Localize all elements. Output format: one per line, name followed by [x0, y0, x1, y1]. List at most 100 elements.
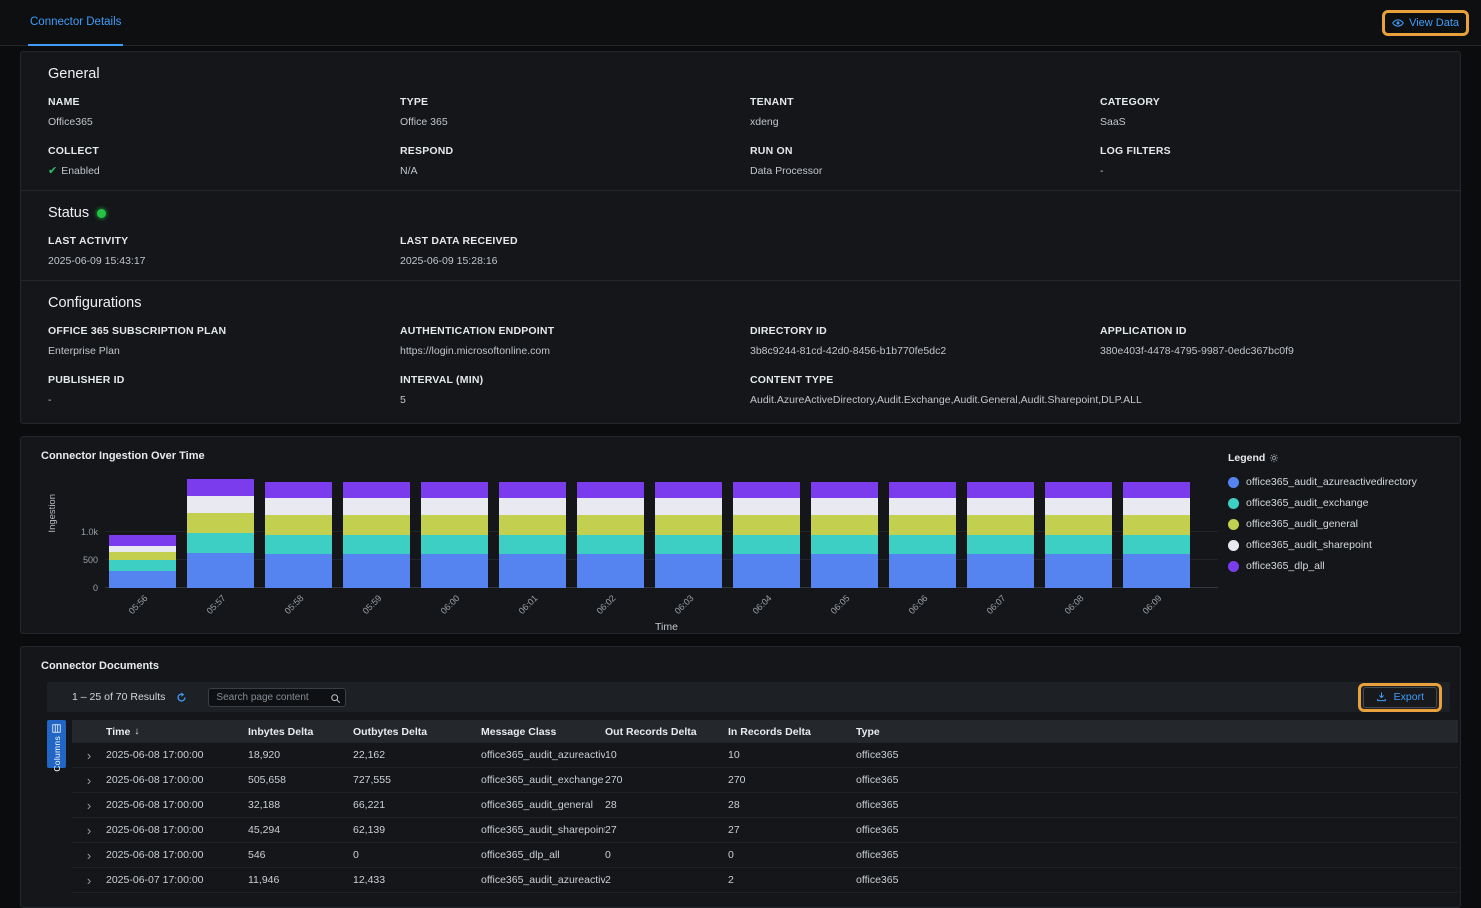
connector-documents-panel: Connector Documents 1 – 25 of 70 Results: [20, 646, 1461, 908]
legend-label: office365_audit_azureactivedirectory: [1246, 476, 1417, 488]
configurations-section: Configurations OFFICE 365 SUBSCRIPTION P…: [21, 295, 1460, 419]
field-label: TYPE: [400, 96, 750, 108]
bar-segment-office365_audit_azureactivedirectory: [265, 554, 332, 588]
bars-container: [109, 476, 1218, 588]
legend-item-office365_dlp_all[interactable]: office365_dlp_all: [1228, 560, 1442, 572]
bar-segment-office365_audit_azureactivedirectory: [811, 554, 878, 588]
view-data-button[interactable]: View Data: [1387, 14, 1464, 32]
cell-type: office365: [856, 849, 1458, 861]
field-label: NAME: [48, 96, 400, 108]
table-body: ›2025-06-08 17:00:0018,92022,162office36…: [72, 743, 1458, 893]
check-icon: ✔: [48, 166, 57, 177]
field-label: LAST DATA RECEIVED: [400, 235, 750, 247]
stacked-bar-06:03: [655, 482, 722, 588]
table-row[interactable]: ›2025-06-08 17:00:00505,658727,555office…: [72, 768, 1458, 793]
expand-row-icon[interactable]: ›: [72, 799, 106, 812]
expand-row-icon[interactable]: ›: [72, 849, 106, 862]
columns-button[interactable]: Columns: [47, 720, 66, 768]
x-tick-label: 06:06: [907, 593, 930, 616]
bar-segment-office365_audit_exchange: [655, 535, 722, 555]
refresh-button[interactable]: [173, 689, 190, 706]
column-header-time[interactable]: Time↓: [106, 726, 248, 738]
legend-item-office365_audit_azureactivedirectory[interactable]: office365_audit_azureactivedirectory: [1228, 476, 1442, 488]
bar-segment-office365_audit_exchange: [109, 560, 176, 571]
field-value-text: Audit.AzureActiveDirectory,Audit.Exchang…: [750, 394, 1142, 406]
bar-segment-office365_dlp_all: [421, 482, 488, 499]
column-header-message-class[interactable]: Message Class: [481, 726, 605, 738]
table-header-row: Time↓Inbytes DeltaOutbytes DeltaMessage …: [72, 720, 1458, 743]
bar-segment-office365_audit_sharepoint: [967, 498, 1034, 515]
table-row[interactable]: ›2025-06-07 17:00:0011,94612,433office36…: [72, 868, 1458, 893]
search-input[interactable]: [208, 688, 346, 707]
bar-segment-office365_audit_general: [499, 515, 566, 535]
field-directory-id: DIRECTORY ID3b8c9244-81cd-42d0-8456-b1b7…: [750, 325, 1100, 357]
legend-item-office365_audit_exchange[interactable]: office365_audit_exchange: [1228, 497, 1442, 509]
legend-color-dot: [1228, 540, 1239, 551]
expand-row-icon[interactable]: ›: [72, 749, 106, 762]
field-value-text: 5: [400, 394, 406, 406]
table-row[interactable]: ›2025-06-08 17:00:0032,18866,221office36…: [72, 793, 1458, 818]
field-value: 2025-06-09 15:28:16: [400, 255, 750, 267]
bar-segment-office365_audit_sharepoint: [889, 498, 956, 515]
cell-message-class: office365_audit_exchange: [481, 774, 605, 786]
bar-segment-office365_audit_general: [811, 515, 878, 535]
cell-type: office365: [856, 774, 1458, 786]
bar-segment-office365_dlp_all: [265, 482, 332, 499]
expand-row-icon[interactable]: ›: [72, 874, 106, 887]
column-header-type[interactable]: Type: [856, 726, 1458, 738]
field-label: CATEGORY: [1100, 96, 1433, 108]
eye-icon: [1392, 17, 1404, 29]
cell-in-records-delta: 10: [728, 749, 856, 761]
column-header-outbytes-delta[interactable]: Outbytes Delta: [353, 726, 481, 738]
y-tick-label: 500: [83, 555, 98, 565]
x-tick: 06:01: [499, 588, 566, 621]
columns-button-label: Columns: [52, 736, 62, 772]
x-tick-label: 06:05: [829, 593, 852, 616]
column-header-out-records-delta[interactable]: Out Records Delta: [605, 726, 728, 738]
bar-segment-office365_dlp_all: [967, 482, 1034, 499]
table-row[interactable]: ›2025-06-08 17:00:0018,92022,162office36…: [72, 743, 1458, 768]
gear-icon[interactable]: [1269, 453, 1279, 463]
field-value: xdeng: [750, 116, 1100, 128]
table-row[interactable]: ›2025-06-08 17:00:005460office365_dlp_al…: [72, 843, 1458, 868]
cell-message-class: office365_dlp_all: [481, 849, 605, 861]
view-data-label: View Data: [1409, 17, 1459, 29]
cell-inbytes-delta: 45,294: [248, 824, 353, 836]
stacked-bar-06:09: [1123, 482, 1190, 588]
field-collect: COLLECT✔Enabled: [48, 145, 400, 177]
field-value-text: 2025-06-09 15:43:17: [48, 255, 146, 267]
legend-item-office365_audit_general[interactable]: office365_audit_general: [1228, 518, 1442, 530]
export-button[interactable]: Export: [1363, 687, 1437, 708]
legend-item-office365_audit_sharepoint[interactable]: office365_audit_sharepoint: [1228, 539, 1442, 551]
field-value: Enterprise Plan: [48, 345, 400, 357]
expand-row-icon[interactable]: ›: [72, 824, 106, 837]
documents-table-zone: Columns Time↓Inbytes DeltaOutbytes Delta…: [47, 720, 1458, 893]
field-label: COLLECT: [48, 145, 400, 157]
legend-color-dot: [1228, 498, 1239, 509]
bar-segment-office365_dlp_all: [499, 482, 566, 499]
field-value: N/A: [400, 165, 750, 177]
bar-segment-office365_audit_exchange: [733, 535, 800, 555]
table-row[interactable]: ›2025-06-08 17:00:0045,29462,139office36…: [72, 818, 1458, 843]
bar-segment-office365_audit_azureactivedirectory: [655, 554, 722, 588]
bar-segment-office365_audit_azureactivedirectory: [109, 571, 176, 588]
y-tick-label: 1.0k: [81, 527, 98, 537]
legend-label: office365_audit_sharepoint: [1246, 539, 1372, 551]
stacked-bar-06:02: [577, 482, 644, 588]
field-label: INTERVAL (MIN): [400, 374, 750, 386]
bar-segment-office365_audit_general: [889, 515, 956, 535]
cell-message-class: office365_audit_general: [481, 799, 605, 811]
expand-row-icon[interactable]: ›: [72, 774, 106, 787]
column-header-inbytes-delta[interactable]: Inbytes Delta: [248, 726, 353, 738]
download-icon: [1376, 691, 1387, 702]
x-tick: 06:02: [577, 588, 644, 621]
stacked-bar-06:01: [499, 482, 566, 588]
column-header-in-records-delta[interactable]: In Records Delta: [728, 726, 856, 738]
stacked-bar-05:57: [187, 479, 254, 588]
bar-segment-office365_audit_sharepoint: [811, 498, 878, 515]
ingestion-chart-panel: Connector Ingestion Over Time Ingestion …: [20, 436, 1461, 634]
tab-connector-details[interactable]: Connector Details: [28, 0, 123, 46]
bar-segment-office365_audit_general: [109, 552, 176, 560]
general-fields-grid: NAMEOffice365TYPEOffice 365TENANTxdengCA…: [48, 96, 1433, 177]
cell-time: 2025-06-08 17:00:00: [106, 849, 248, 861]
